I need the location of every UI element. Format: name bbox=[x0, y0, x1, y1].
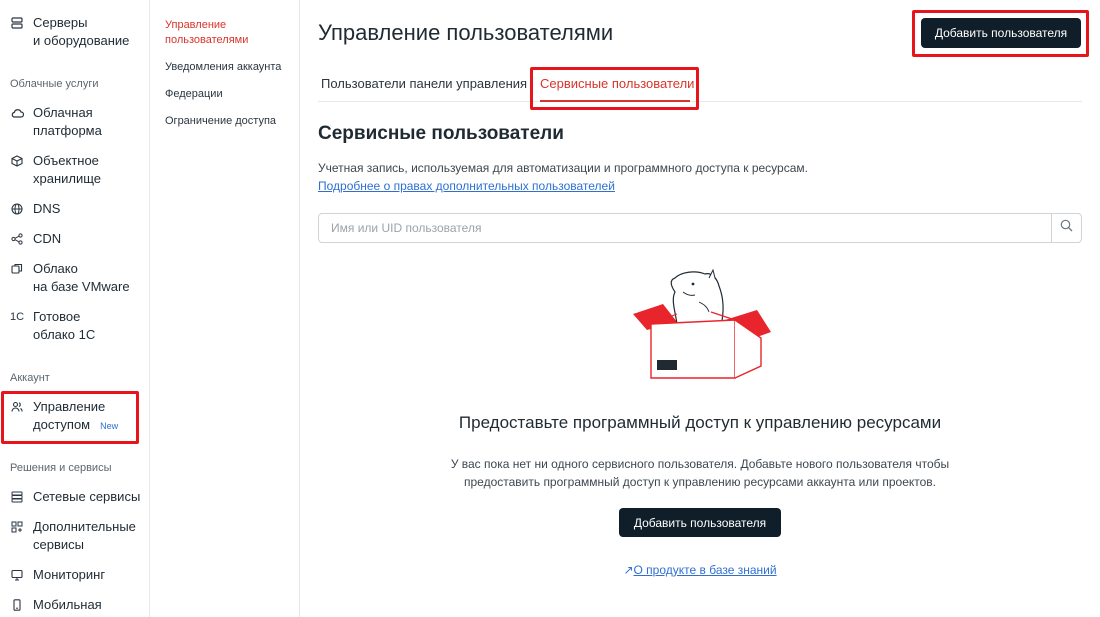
grid-plus-icon bbox=[10, 520, 24, 534]
sidebar-item-label: облако 1С bbox=[33, 327, 96, 342]
empty-state-title: Предоставьте программный доступ к управл… bbox=[458, 413, 942, 432]
share-nodes-icon bbox=[10, 232, 24, 246]
sidebar-item-additional-services[interactable]: Дополнительные сервисы bbox=[10, 518, 136, 554]
sidebar-item-label: доступом bbox=[33, 417, 91, 432]
cloud-icon bbox=[10, 106, 24, 120]
sidebar-item-label: Облако bbox=[33, 261, 78, 276]
phone-icon bbox=[10, 598, 24, 612]
sidebar-item-label: Готовое bbox=[33, 309, 81, 324]
subnav-item-notifications[interactable]: Уведомления аккаунта bbox=[165, 60, 290, 75]
active-tab-indicator bbox=[540, 100, 690, 102]
section-description: Учетная запись, используемая для автомат… bbox=[318, 161, 808, 175]
sidebar-item-label: и оборудование bbox=[33, 33, 130, 48]
sidebar-item-label: сервисы bbox=[33, 537, 84, 552]
knowledge-base-link[interactable]: ↗О продукте в базе знаний bbox=[300, 563, 1100, 577]
subnav-item-federations[interactable]: Федерации bbox=[165, 87, 290, 102]
sidebar-item-cdn[interactable]: CDN bbox=[10, 230, 61, 248]
sidebar-section-solutions: Решения и сервисы bbox=[10, 462, 112, 474]
tab-panel-users[interactable]: Пользователи панели управления bbox=[321, 76, 527, 91]
sidebar-item-1c[interactable]: 1С Готовое облако 1С bbox=[10, 308, 95, 344]
subnav-item-access-restriction[interactable]: Ограничение доступа bbox=[165, 114, 290, 129]
empty-state-text: У вас пока нет ни одного сервисного поль… bbox=[420, 455, 980, 491]
server-icon bbox=[10, 16, 24, 30]
empty-state-illustration bbox=[625, 262, 785, 387]
search-input[interactable] bbox=[319, 214, 1051, 242]
knowledge-base-link-label[interactable]: О продукте в базе знаний bbox=[634, 563, 777, 577]
user-search bbox=[318, 213, 1082, 243]
tab-service-users[interactable]: Сервисные пользователи bbox=[540, 76, 694, 91]
sidebar-item-label: Объектное bbox=[33, 153, 99, 168]
empty-state-text-line: У вас пока нет ни одного сервисного поль… bbox=[450, 457, 950, 471]
tabs-divider bbox=[318, 101, 1082, 102]
permissions-docs-link[interactable]: Подробнее о правах дополнительных пользо… bbox=[318, 179, 615, 193]
search-button[interactable] bbox=[1051, 214, 1081, 242]
add-user-button[interactable]: Добавить пользователя bbox=[921, 18, 1081, 48]
sidebar-item-label: Серверы bbox=[33, 15, 88, 30]
sidebar-item-object-storage[interactable]: Объектное хранилище bbox=[10, 152, 101, 188]
sidebar-section-account: Аккаунт bbox=[10, 372, 50, 384]
monitor-icon bbox=[10, 568, 24, 582]
sidebar-item-label: DNS bbox=[33, 201, 61, 216]
page-title: Управление пользователями bbox=[318, 20, 614, 45]
new-badge: New bbox=[100, 421, 119, 431]
cube-icon bbox=[10, 154, 24, 168]
empty-state-text-line: предоставить программный доступ к управл… bbox=[463, 475, 937, 489]
sidebar-item-label: Дополнительные bbox=[33, 519, 136, 534]
main-sidebar: Серверы и оборудование Облачные услуги Об… bbox=[0, 0, 150, 617]
network-icon bbox=[10, 490, 24, 504]
globe-icon bbox=[10, 202, 24, 216]
sidebar-item-label: хранилище bbox=[33, 171, 102, 186]
external-link-icon: ↗ bbox=[623, 563, 634, 577]
account-subnav: Управление пользователями Уведомления ак… bbox=[150, 0, 300, 617]
sidebar-item-cloud-platform[interactable]: Облачная платформа bbox=[10, 104, 102, 140]
sidebar-item-dns[interactable]: DNS bbox=[10, 200, 60, 218]
sidebar-item-access-management[interactable]: Управление доступом New bbox=[10, 398, 118, 435]
sidebar-item-label: CDN bbox=[33, 231, 62, 246]
sidebar-item-label: Мобильная bbox=[33, 597, 102, 612]
sidebar-item-network-services[interactable]: Сетевые сервисы bbox=[10, 488, 140, 506]
section-title: Сервисные пользователи bbox=[318, 123, 564, 144]
search-icon bbox=[1060, 219, 1073, 237]
empty-state-add-user-button[interactable]: Добавить пользователя bbox=[619, 508, 781, 537]
sidebar-item-label: платформа bbox=[33, 123, 102, 138]
sidebar-item-monitoring[interactable]: Мониторинг bbox=[10, 566, 105, 584]
sidebar-item-mobile[interactable]: Мобильная bbox=[10, 596, 102, 614]
sidebar-section-cloud: Облачные услуги bbox=[10, 78, 99, 90]
sidebar-item-label: Облачная bbox=[33, 105, 93, 120]
sidebar-item-label: на базе VMware bbox=[33, 279, 130, 294]
sidebar-item-label: Управление bbox=[33, 399, 106, 414]
onec-icon: 1С bbox=[9, 311, 25, 323]
subnav-item-users-management[interactable]: Управление пользователями bbox=[165, 18, 290, 48]
sidebar-item-label: Мониторинг bbox=[33, 567, 106, 582]
sidebar-item-vmware[interactable]: Облако на базе VMware bbox=[10, 260, 130, 296]
sidebar-item-label: Сетевые сервисы bbox=[33, 489, 141, 504]
users-icon bbox=[10, 400, 24, 414]
vmware-icon bbox=[10, 262, 24, 276]
sidebar-item-servers[interactable]: Серверы и оборудование bbox=[10, 14, 129, 50]
